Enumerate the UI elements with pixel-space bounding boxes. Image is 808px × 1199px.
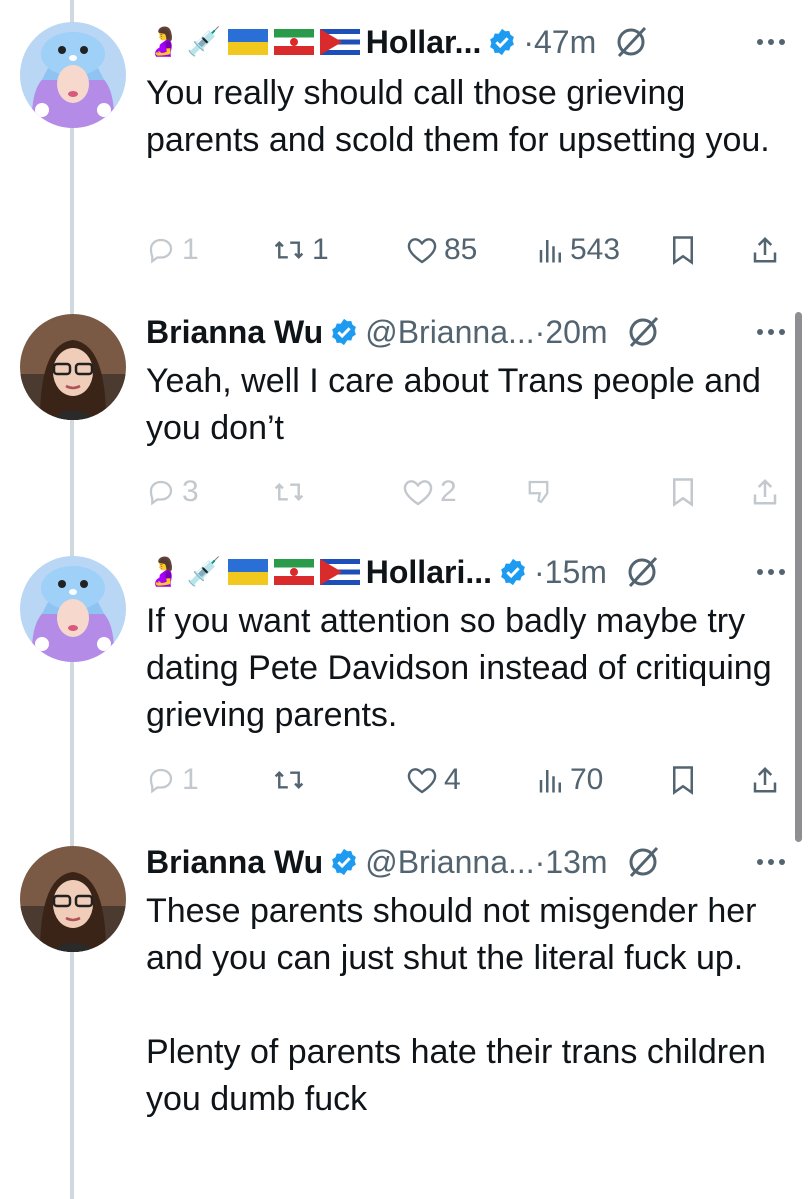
syringe-emoji-icon: 💉 xyxy=(186,26,222,57)
pregnant-man-emoji-icon: 🤰 xyxy=(146,556,181,587)
tweet-text: These parents should not misgender her a… xyxy=(146,892,766,1118)
retweet-button[interactable] xyxy=(272,756,312,804)
bookmark-icon xyxy=(673,236,693,265)
bookmark-button[interactable] xyxy=(670,756,696,804)
retweet-button[interactable] xyxy=(272,468,312,516)
bookmark-button[interactable] xyxy=(670,226,696,274)
views-icon xyxy=(539,770,561,793)
action-bar: 3 2 xyxy=(146,468,786,516)
reply-count: 3 xyxy=(182,475,199,508)
hollar-avatar[interactable] xyxy=(20,556,126,662)
views-icon xyxy=(539,240,561,263)
display-name[interactable]: Brianna Wu xyxy=(146,844,323,881)
cuba-flag-icon xyxy=(319,559,360,585)
tweet-header: Brianna Wu @Brianna... ·20m xyxy=(146,308,660,356)
bookmark-button[interactable] xyxy=(670,468,696,516)
bookmark-icon xyxy=(673,478,693,507)
name-badges: 🤰 💉 xyxy=(146,558,360,586)
more-button[interactable] xyxy=(756,548,786,596)
display-name[interactable]: Brianna Wu xyxy=(146,314,323,351)
share-button[interactable] xyxy=(752,756,778,804)
verified-badge-icon xyxy=(332,318,357,346)
more-icon xyxy=(757,329,785,335)
like-button[interactable]: 4 xyxy=(406,756,461,804)
timestamp[interactable]: ·47m xyxy=(523,24,596,61)
mute-icon[interactable] xyxy=(626,845,660,879)
share-button[interactable] xyxy=(752,468,778,516)
more-icon xyxy=(757,569,785,575)
reply-button[interactable]: 1 xyxy=(146,756,199,804)
tweet-text: You really should call those grieving pa… xyxy=(146,74,770,159)
action-bar: 1 4 70 xyxy=(146,756,786,804)
like-button[interactable]: 85 xyxy=(406,226,477,274)
share-icon xyxy=(753,478,777,505)
tweet-text: If you want attention so badly maybe try… xyxy=(146,602,782,734)
brianna-avatar[interactable] xyxy=(20,314,126,420)
timestamp[interactable]: ·13m xyxy=(535,844,608,881)
reply-icon xyxy=(149,238,173,264)
tweet-header: 🤰 💉 Hollar... ·47m xyxy=(146,18,648,66)
reply-button[interactable]: 1 xyxy=(146,226,199,274)
more-button[interactable] xyxy=(756,308,786,356)
tweet-text: Yeah, well I care about Trans people and… xyxy=(146,362,771,447)
downvote-button[interactable] xyxy=(526,468,556,516)
heart-icon xyxy=(403,480,433,506)
ukraine-flag-icon xyxy=(227,559,268,585)
iran-flag-icon xyxy=(273,559,314,585)
share-button[interactable] xyxy=(752,226,778,274)
retweet-count: 1 xyxy=(312,233,329,266)
reply-icon xyxy=(149,480,173,506)
tweet-header: Brianna Wu @Brianna... ·13m xyxy=(146,838,660,886)
iran-flag-icon xyxy=(273,29,314,55)
like-button[interactable]: 2 xyxy=(402,468,457,516)
like-count: 85 xyxy=(444,233,478,266)
syringe-emoji-icon: 💉 xyxy=(186,556,222,587)
retweet-icon xyxy=(274,482,304,502)
timestamp[interactable]: ·20m xyxy=(535,314,608,351)
handle[interactable]: @Brianna... xyxy=(365,844,534,881)
reply-count: 1 xyxy=(182,763,199,796)
downvote-icon xyxy=(528,480,549,504)
heart-icon xyxy=(407,768,437,794)
reply-count: 1 xyxy=(182,233,199,266)
views-count: 70 xyxy=(570,763,604,796)
verified-badge-icon xyxy=(501,558,525,586)
display-name[interactable]: Hollari... xyxy=(366,554,492,591)
name-badges: 🤰 💉 xyxy=(146,28,360,56)
mute-icon[interactable] xyxy=(625,555,659,589)
retweet-icon xyxy=(274,770,304,790)
cuba-flag-icon xyxy=(319,29,360,55)
share-icon xyxy=(753,236,777,263)
share-icon xyxy=(753,766,777,793)
mute-icon[interactable] xyxy=(626,315,660,349)
retweet-button[interactable]: 1 xyxy=(272,226,329,274)
verified-badge-icon xyxy=(490,28,515,56)
action-bar: 1 1 85 543 xyxy=(146,226,786,274)
ukraine-flag-icon xyxy=(227,29,268,55)
reply-icon xyxy=(149,768,173,794)
display-name[interactable]: Hollar... xyxy=(366,24,482,61)
tweet-header: 🤰 💉 Hollari... ·15m xyxy=(146,548,659,596)
like-count: 2 xyxy=(440,475,457,508)
more-button[interactable] xyxy=(756,18,786,66)
like-count: 4 xyxy=(444,763,461,796)
views-button[interactable]: 70 xyxy=(538,756,603,804)
timestamp[interactable]: ·15m xyxy=(534,554,607,591)
more-icon xyxy=(757,859,785,865)
mute-icon[interactable] xyxy=(614,25,648,59)
hollar-avatar[interactable] xyxy=(20,22,126,128)
pregnant-man-emoji-icon: 🤰 xyxy=(146,26,181,57)
more-icon xyxy=(757,39,785,45)
more-button[interactable] xyxy=(756,838,786,886)
heart-icon xyxy=(407,238,437,264)
reply-button[interactable]: 3 xyxy=(146,468,199,516)
views-button[interactable]: 543 xyxy=(538,226,620,274)
retweet-icon xyxy=(274,240,304,260)
bookmark-icon xyxy=(673,766,693,795)
verified-badge-icon xyxy=(332,848,357,876)
views-count: 543 xyxy=(570,233,621,266)
handle[interactable]: @Brianna... xyxy=(365,314,534,351)
brianna-avatar[interactable] xyxy=(20,846,126,952)
scrollbar[interactable] xyxy=(795,312,802,842)
